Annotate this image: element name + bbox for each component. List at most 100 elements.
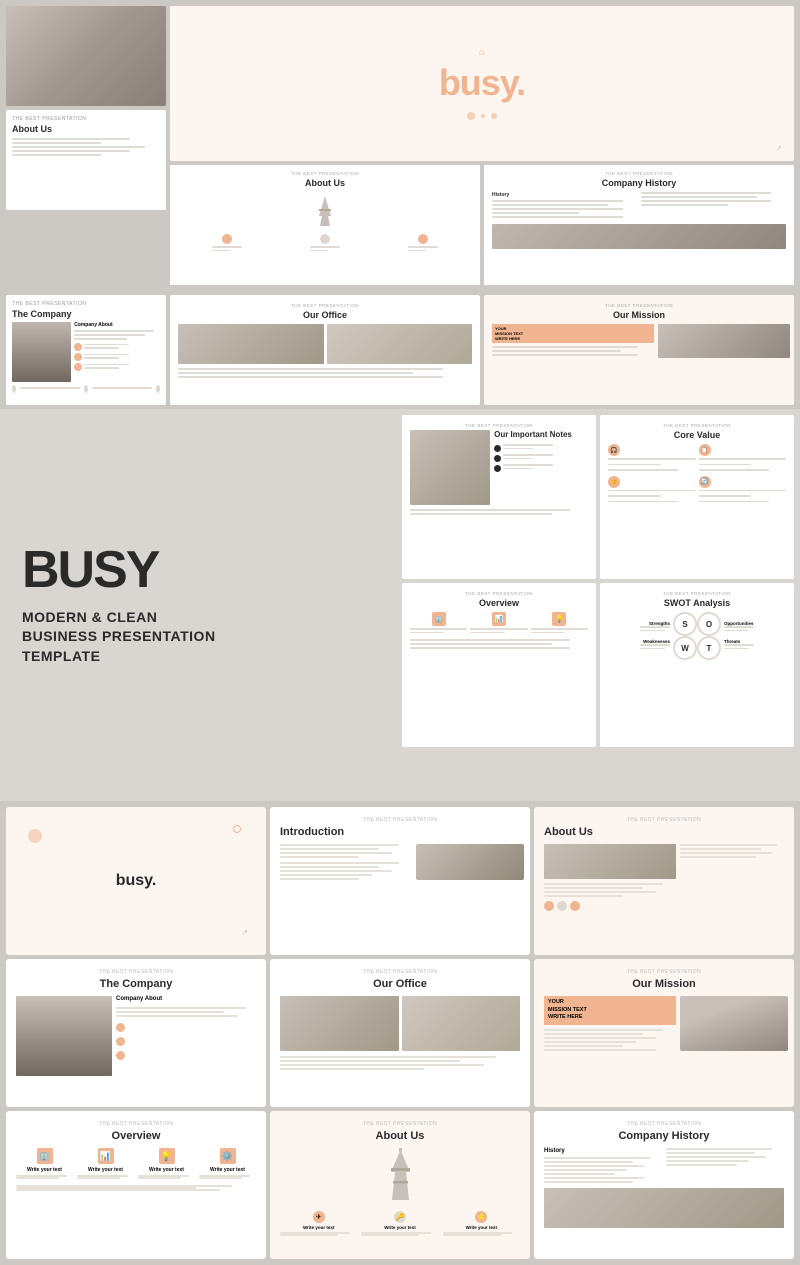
icon xyxy=(116,1023,125,1032)
eiffel-tower xyxy=(280,1148,520,1205)
item-lines xyxy=(84,364,129,371)
intro-text xyxy=(280,844,412,880)
lines xyxy=(544,883,676,897)
item-row xyxy=(74,343,163,351)
icon-item xyxy=(408,234,438,253)
company-layout: Company About xyxy=(16,996,256,1076)
about-us-thumb-tr: THE BEST PRESENTATION About Us xyxy=(170,165,480,285)
line xyxy=(608,490,696,492)
au-icon: ✈ xyxy=(313,1211,325,1223)
line xyxy=(492,346,638,348)
note-icon xyxy=(494,455,501,462)
icon-item xyxy=(212,234,242,253)
line xyxy=(544,1165,644,1167)
line xyxy=(680,848,761,850)
icon xyxy=(116,1051,125,1060)
notes-footer xyxy=(410,509,588,515)
history-col-right xyxy=(641,192,787,220)
office-img xyxy=(402,996,521,1051)
line xyxy=(74,338,127,340)
icon-circle xyxy=(222,234,232,244)
line xyxy=(544,1029,663,1031)
deco-ring xyxy=(233,825,241,833)
label: THE BEST PRESENTATION xyxy=(12,301,160,307)
middle-section: BUSY MODERN & CLEAN BUSINESS PRESENTATIO… xyxy=(0,409,800,801)
line xyxy=(280,852,392,854)
company-history-thumb: THE BEST PRESENTATION Company History Hi… xyxy=(484,165,794,285)
line xyxy=(84,354,129,356)
line xyxy=(280,866,379,868)
line xyxy=(640,648,665,650)
overview-icons-row: 🏢 Write your text 📊 Write your text 💡 Wr… xyxy=(16,1148,256,1179)
line xyxy=(641,200,772,202)
about-layout xyxy=(544,844,784,911)
cv-icon: 🔄 xyxy=(699,476,711,488)
line xyxy=(699,490,787,492)
intro-layout xyxy=(280,844,520,880)
branding-block: BUSY MODERN & CLEAN BUSINESS PRESENTATIO… xyxy=(6,415,398,795)
company-items: Company About xyxy=(74,322,163,382)
eiffel-icon xyxy=(178,196,472,226)
hero-slide: ⌂ busy. ↗ xyxy=(170,6,794,161)
title: Company History xyxy=(544,1130,784,1142)
line xyxy=(280,878,359,880)
line xyxy=(666,1160,749,1162)
line xyxy=(544,1041,636,1043)
important-notes-slide: THE BEST PRESENTATION Our Important Note… xyxy=(402,415,596,579)
thumb-lines xyxy=(12,138,160,156)
photo-inner xyxy=(6,6,166,106)
overview-icons: 🏢 📊 💡 xyxy=(410,612,588,635)
top-section: THE BEST PRESENTATION About Us ⌂ busy. xyxy=(0,0,800,295)
au-label: Write your text xyxy=(280,1225,357,1230)
office-img xyxy=(178,324,324,364)
line xyxy=(84,347,119,349)
logo-text: busy. xyxy=(439,62,525,103)
swot-weaknesses: Weaknesses xyxy=(640,639,670,651)
line xyxy=(544,1033,643,1035)
note-lines xyxy=(503,444,553,451)
swot-t: T xyxy=(697,636,721,660)
ov-icon: 📊 xyxy=(492,612,506,626)
au-item: 🔑 Write your text xyxy=(361,1211,438,1236)
cv-item: 🔄 xyxy=(699,476,787,505)
line xyxy=(410,509,570,511)
ov-item: 🏢 xyxy=(410,612,467,635)
our-mission-thumb: THE BEST PRESENTATION Our Mission YOURMI… xyxy=(484,295,794,405)
about-text xyxy=(544,844,676,911)
lines xyxy=(666,1148,784,1166)
ov-item: 💡 xyxy=(531,612,588,635)
dot xyxy=(491,113,497,119)
line xyxy=(503,448,533,450)
line xyxy=(544,1181,633,1183)
title: The Company xyxy=(16,978,256,990)
text-line xyxy=(212,250,230,252)
line xyxy=(641,196,757,198)
icon xyxy=(74,353,82,361)
home-icon: ⌂ xyxy=(479,47,485,58)
footer-icon xyxy=(84,385,88,393)
history-content: History xyxy=(492,192,786,220)
swot-strengths: Strengths xyxy=(640,621,670,633)
line xyxy=(531,632,565,634)
company-history-slide-lg: THE BEST PRESENTATION Company History Hi… xyxy=(534,1111,794,1259)
office-images xyxy=(178,324,472,364)
ov-label: Write your text xyxy=(138,1167,195,1173)
line xyxy=(20,387,80,389)
line xyxy=(544,1037,656,1039)
line xyxy=(410,639,570,641)
icon xyxy=(74,363,82,371)
line xyxy=(503,454,553,456)
mission-box: YOURMISSION TEXTWRITE HERE xyxy=(544,996,676,1025)
our-mission-slide-lg: THE BEST PRESENTATION Our Mission YOURMI… xyxy=(534,959,794,1107)
ov-icon: 💡 xyxy=(159,1148,175,1164)
slide-label: THE BEST PRESENTATION xyxy=(178,171,472,176)
office-images xyxy=(280,996,520,1051)
swot-w: W xyxy=(673,636,697,660)
line xyxy=(116,1011,224,1013)
label: THE BEST PRESENTATION xyxy=(608,591,786,596)
bottom-row-1: busy. ↗ THE BEST PRESENTATION Introducti… xyxy=(6,807,794,955)
line xyxy=(280,874,372,876)
lines xyxy=(280,862,412,880)
line xyxy=(16,1189,220,1191)
title: About Us xyxy=(544,826,784,838)
